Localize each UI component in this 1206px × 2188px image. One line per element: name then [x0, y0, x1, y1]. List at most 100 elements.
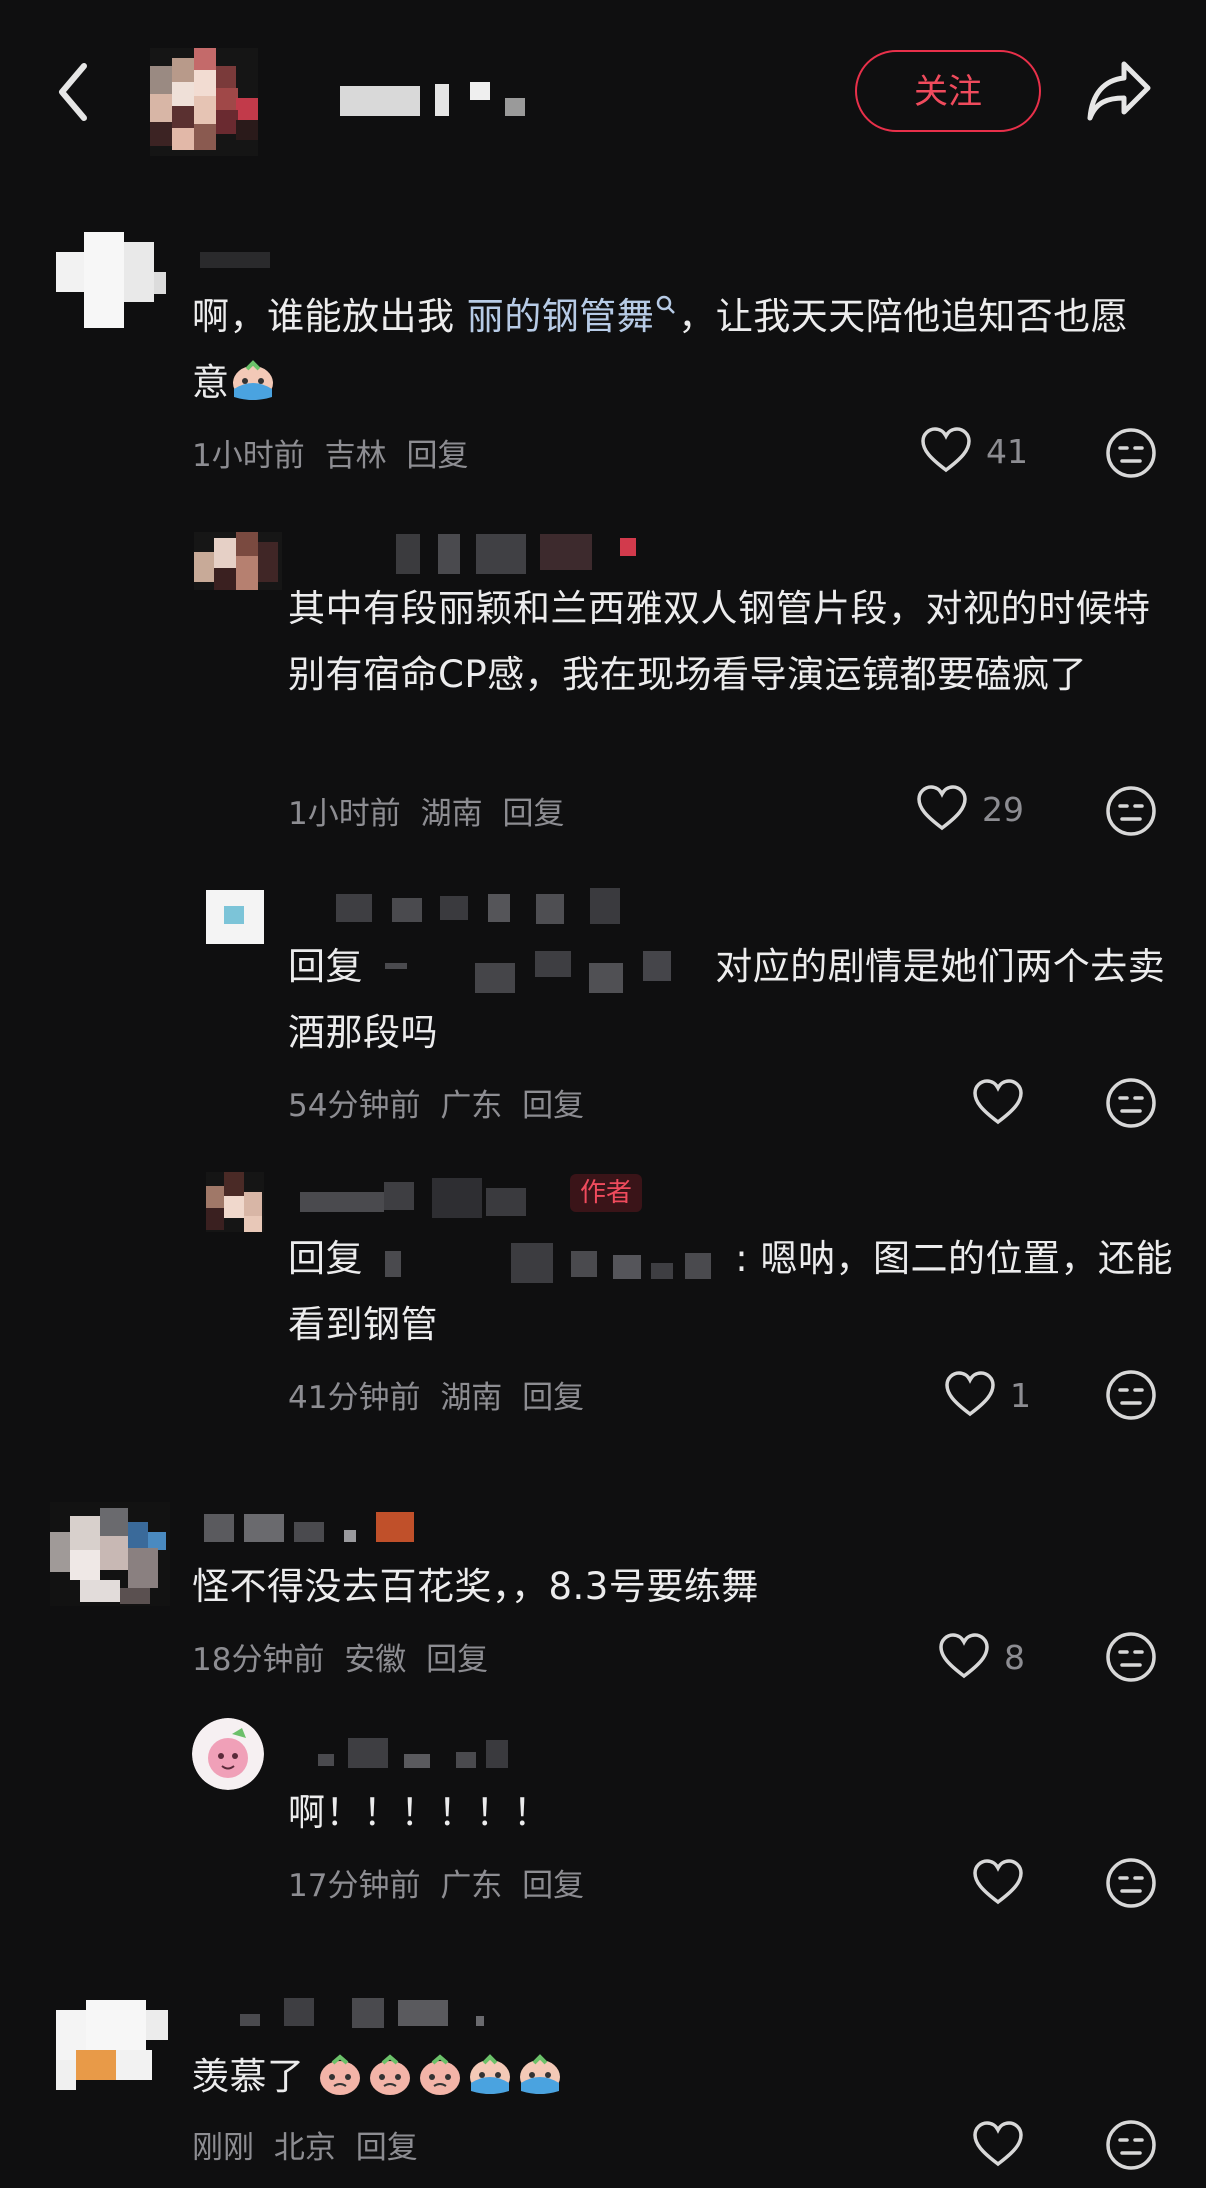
location: 吉林: [324, 438, 387, 474]
location: 湖南: [440, 1380, 503, 1416]
reply-button[interactable]: 回复: [522, 1088, 584, 1124]
dislike-button[interactable]: [1104, 784, 1160, 840]
dislike-button[interactable]: [1104, 1076, 1160, 1132]
username-redacted[interactable]: [300, 888, 630, 928]
location: 广东: [440, 1868, 503, 1904]
comment-text: 羡慕了: [192, 2044, 1162, 2110]
timestamp: 54分钟前: [288, 1088, 421, 1124]
heart-outline-icon: [917, 785, 967, 831]
meh-face-icon: [1106, 1858, 1156, 1908]
timestamp: 18分钟前: [192, 1642, 325, 1678]
avatar[interactable]: [56, 2000, 168, 2092]
search-link-label: 丽的钢管舞: [466, 295, 655, 338]
author-name-redacted: [340, 80, 580, 120]
comment-meta: 17分钟前 广东 回复: [288, 1860, 584, 1905]
comment-meta: 18分钟前 安徽 回复: [192, 1634, 488, 1679]
comment-text: 啊，谁能放出我 丽的钢管舞 ，让我天天陪他追知否也愿意: [192, 284, 1162, 416]
reply-button[interactable]: 回复: [356, 2130, 418, 2166]
meh-face-icon: [1106, 428, 1156, 478]
username-redacted[interactable]: [296, 1178, 546, 1218]
heart-outline-icon: [973, 1079, 1023, 1125]
comment-meta: 54分钟前 广东 回复: [288, 1080, 584, 1125]
comment-text: 怪不得没去百花奖，，8.3号要练舞: [192, 1565, 759, 1608]
avatar[interactable]: [192, 1718, 264, 1790]
crying-face-emoji: [517, 2051, 563, 2097]
search-link[interactable]: 丽的钢管舞: [467, 295, 679, 338]
like-count: 8: [1004, 1638, 1025, 1677]
avatar[interactable]: [206, 1172, 264, 1232]
like-button[interactable]: 8: [938, 1630, 1068, 1686]
heart-outline-icon: [945, 1371, 995, 1417]
peach-face-emoji: [317, 2051, 363, 2097]
dislike-button[interactable]: [1104, 2118, 1160, 2174]
comment-text-part: 啊，谁能放出我: [192, 295, 455, 338]
location: 北京: [273, 2130, 336, 2166]
meh-face-icon: [1106, 786, 1156, 836]
dislike-button[interactable]: [1104, 1856, 1160, 1912]
reply-button[interactable]: 回复: [502, 796, 564, 832]
author-avatar[interactable]: [150, 48, 258, 156]
like-button[interactable]: [972, 1856, 1102, 1912]
reply-button[interactable]: 回复: [406, 438, 468, 474]
replied-username-redacted[interactable]: [375, 1233, 735, 1283]
comment-meta: 41分钟前 湖南 回复: [288, 1372, 584, 1417]
meh-face-icon: [1106, 1632, 1156, 1682]
dislike-button[interactable]: [1104, 1368, 1160, 1424]
crying-face-emoji: [230, 357, 276, 403]
peach-face-emoji: [367, 2051, 413, 2097]
dislike-button[interactable]: [1104, 1630, 1160, 1686]
heart-outline-icon: [939, 1633, 989, 1679]
username-redacted[interactable]: [240, 1994, 500, 2034]
avatar[interactable]: [50, 1502, 170, 1606]
reply-button[interactable]: 回复: [426, 1642, 488, 1678]
like-button[interactable]: 29: [916, 782, 1046, 838]
timestamp: 1小时前: [192, 438, 305, 474]
avatar[interactable]: [56, 232, 166, 332]
top-bar: 关注: [0, 0, 1206, 200]
like-button[interactable]: 41: [920, 424, 1050, 480]
location: 安徽: [344, 1642, 407, 1678]
heart-outline-icon: [973, 2121, 1023, 2167]
username-redacted[interactable]: [318, 1734, 518, 1774]
location: 广东: [440, 1088, 503, 1124]
comment-meta: 1小时前 吉林 回复: [192, 430, 468, 475]
chevron-left-icon: [59, 63, 87, 121]
comment-text-part: 羡慕了: [192, 2055, 305, 2098]
peach-face-emoji: [417, 2051, 463, 2097]
like-count: 41: [986, 432, 1028, 471]
username-redacted[interactable]: [204, 1508, 424, 1548]
timestamp: 1小时前: [288, 796, 401, 832]
username-redacted[interactable]: [380, 534, 680, 574]
comment-text: 其中有段丽颖和兰西雅双人钢管片段，对视的时候特别有宿命CP感，我在现场看导演运镜…: [288, 587, 1151, 696]
meh-face-icon: [1106, 2120, 1156, 2170]
avatar[interactable]: [194, 532, 282, 590]
comment-meta: 1小时前 湖南 回复: [288, 788, 564, 833]
replied-username-redacted[interactable]: [375, 941, 715, 993]
reply-button[interactable]: 回复: [522, 1868, 584, 1904]
avatar[interactable]: [206, 890, 264, 944]
follow-button[interactable]: 关注: [855, 50, 1041, 132]
like-count: 29: [982, 790, 1024, 829]
share-button[interactable]: [1084, 58, 1154, 124]
reply-prefix: 回复: [288, 945, 363, 988]
timestamp: 刚刚: [192, 2130, 254, 2166]
comment-text: 回复 对应的剧情是她们两个去卖酒那段吗: [288, 934, 1178, 1066]
like-button[interactable]: [972, 2118, 1102, 2174]
like-button[interactable]: [972, 1076, 1102, 1132]
heart-outline-icon: [973, 1859, 1023, 1905]
meh-face-icon: [1106, 1078, 1156, 1128]
crying-face-emoji: [467, 2051, 513, 2097]
like-button[interactable]: 1: [944, 1368, 1074, 1424]
author-tag: 作者: [570, 1174, 643, 1212]
comment-text: 回复 : 嗯呐，图二的位置，还能看到钢管: [288, 1226, 1178, 1358]
heart-outline-icon: [921, 427, 971, 473]
search-icon: [657, 295, 676, 314]
reply-button[interactable]: 回复: [522, 1380, 584, 1416]
username-redacted[interactable]: [200, 240, 280, 280]
pixelated-avatar-image: [150, 48, 258, 156]
location: 湖南: [420, 796, 483, 832]
dislike-button[interactable]: [1104, 426, 1160, 482]
back-button[interactable]: [48, 54, 104, 130]
meh-face-icon: [1106, 1370, 1156, 1420]
timestamp: 41分钟前: [288, 1380, 421, 1416]
